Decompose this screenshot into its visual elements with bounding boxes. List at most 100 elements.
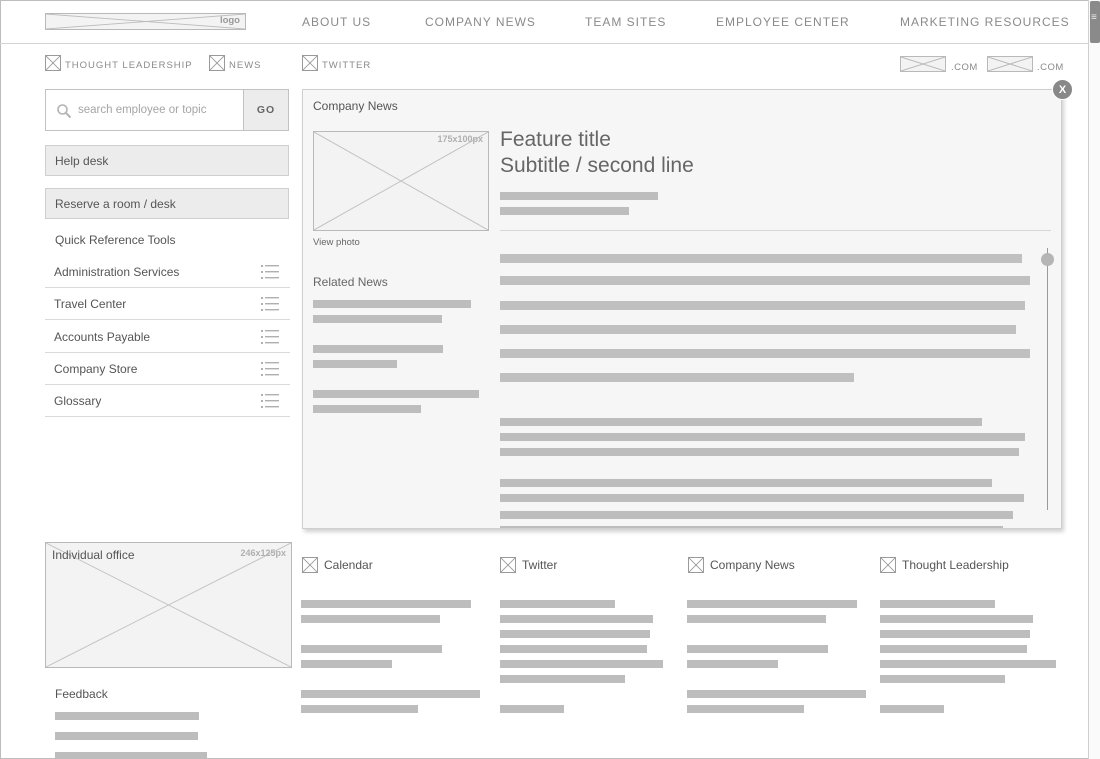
- list-icon[interactable]: [261, 362, 279, 376]
- logo-placeholder[interactable]: logo: [45, 13, 246, 30]
- search-icon: [57, 104, 72, 119]
- sidebar-item-label: Administration Services: [54, 265, 180, 279]
- search-input[interactable]: [78, 98, 238, 122]
- thought-leadership-item-line[interactable]: [880, 600, 995, 608]
- calendar-item-line[interactable]: [301, 690, 480, 698]
- related-news-line[interactable]: [313, 315, 442, 323]
- thought-leadership-item-line[interactable]: [880, 615, 1033, 623]
- calendar-item-line[interactable]: [301, 645, 442, 653]
- quick-reference-title: Quick Reference Tools: [55, 233, 176, 247]
- article-text-line: [500, 448, 1019, 456]
- calendar-item-line[interactable]: [301, 600, 471, 608]
- view-photo-link[interactable]: View photo: [313, 237, 360, 248]
- related-news-line[interactable]: [313, 345, 443, 353]
- feedback-line[interactable]: [55, 712, 199, 720]
- feature-subtitle: Subtitle / second line: [500, 154, 694, 177]
- company-news-item-line[interactable]: [687, 705, 804, 713]
- twitter-item-line[interactable]: [500, 615, 653, 623]
- nav-team-sites[interactable]: TEAM SITES: [585, 15, 666, 29]
- search-box: [45, 89, 244, 131]
- list-icon[interactable]: [261, 265, 279, 279]
- article-text-line: [500, 276, 1030, 285]
- twitter-item-line[interactable]: [500, 660, 663, 668]
- modal-scroll-track[interactable]: [1047, 248, 1048, 510]
- article-text-line: [500, 511, 1013, 519]
- related-news-line[interactable]: [313, 300, 471, 308]
- company-news-item-line[interactable]: [687, 690, 866, 698]
- sidebar-item-travel-center[interactable]: Travel Center: [45, 288, 290, 320]
- company-news-item-line[interactable]: [687, 645, 828, 653]
- sidebar-item-label: Travel Center: [54, 297, 127, 311]
- thought-leadership-item-line[interactable]: [880, 705, 944, 713]
- calendar-item-line[interactable]: [301, 660, 392, 668]
- feature-meta-line: [500, 207, 629, 215]
- feature-image-placeholder[interactable]: 175x100px: [313, 131, 489, 231]
- nav-marketing-resources[interactable]: MARKETING RESOURCES: [900, 15, 1070, 29]
- twitter-item-line[interactable]: [500, 675, 625, 683]
- nav-about-us[interactable]: ABOUT US: [302, 15, 371, 29]
- image-size-label: 175x100px: [437, 134, 483, 144]
- thought-leadership-item-line[interactable]: [880, 645, 1027, 653]
- twitter-item-line[interactable]: [500, 600, 615, 608]
- help-desk-button[interactable]: Help desk: [45, 145, 289, 176]
- company-news-item-line[interactable]: [687, 660, 778, 668]
- subnav-news[interactable]: NEWS: [209, 55, 262, 71]
- twitter-item-line[interactable]: [500, 645, 647, 653]
- related-news-line[interactable]: [313, 360, 397, 368]
- article-text-line: [500, 254, 1022, 263]
- tile-title: Twitter: [522, 558, 558, 572]
- tile-thought-leadership-header[interactable]: Thought Leadership: [880, 557, 1009, 573]
- sidebar-item-company-store[interactable]: Company Store: [45, 353, 290, 385]
- article-text-line: [500, 479, 992, 487]
- tile-twitter-header[interactable]: Twitter: [500, 557, 557, 573]
- calendar-item-line[interactable]: [301, 615, 440, 623]
- company-news-modal: Company News 175x100px View photo Relate…: [302, 89, 1062, 529]
- partner-domain-1[interactable]: .COM: [951, 62, 978, 73]
- partner-logo-2[interactable]: [987, 56, 1033, 72]
- list-icon[interactable]: [261, 330, 279, 344]
- related-news-line[interactable]: [313, 390, 479, 398]
- thought-leadership-icon: [880, 557, 896, 573]
- nav-employee-center[interactable]: EMPLOYEE CENTER: [716, 15, 850, 29]
- page-scrollbar[interactable]: [1088, 0, 1100, 759]
- individual-office-placeholder[interactable]: Individual office 246x125px: [45, 542, 292, 668]
- feedback-line[interactable]: [55, 732, 198, 740]
- twitter-item-line[interactable]: [500, 630, 650, 638]
- company-news-item-line[interactable]: [687, 615, 826, 623]
- feedback-line[interactable]: [55, 752, 207, 759]
- image-placeholder-icon: [45, 55, 61, 71]
- modal-title: Company News: [313, 99, 398, 113]
- sidebar-item-label: Glossary: [54, 394, 102, 408]
- twitter-icon: [500, 557, 516, 573]
- tile-calendar-header[interactable]: Calendar: [302, 557, 373, 573]
- article-text-line: [500, 349, 1030, 358]
- list-icon[interactable]: [261, 394, 279, 408]
- article-text-line: [500, 373, 854, 382]
- sidebar-item-accounts-payable[interactable]: Accounts Payable: [45, 321, 290, 353]
- sidebar-item-administration[interactable]: Administration Services: [45, 256, 290, 288]
- close-button[interactable]: X: [1052, 79, 1073, 100]
- tile-company-news-header[interactable]: Company News: [688, 557, 795, 573]
- thought-leadership-item-line[interactable]: [880, 675, 1005, 683]
- modal-scroll-handle[interactable]: [1041, 253, 1054, 266]
- subnav-twitter[interactable]: TWITTER: [302, 55, 371, 71]
- thought-leadership-item-line[interactable]: [880, 630, 1030, 638]
- tile-title: Company News: [710, 558, 795, 572]
- article-text-line: [500, 301, 1025, 310]
- reserve-room-button[interactable]: Reserve a room / desk: [45, 188, 289, 219]
- sidebar-item-glossary[interactable]: Glossary: [45, 385, 290, 417]
- nav-company-news[interactable]: COMPANY NEWS: [425, 15, 536, 29]
- header-divider: [0, 43, 1088, 44]
- twitter-item-line[interactable]: [500, 705, 564, 713]
- partner-logo-1[interactable]: [900, 56, 946, 72]
- individual-office-title: Individual office: [52, 548, 135, 562]
- company-news-item-line[interactable]: [687, 600, 857, 608]
- related-news-line[interactable]: [313, 405, 421, 413]
- scrollbar-thumb[interactable]: [1090, 1, 1100, 43]
- go-button[interactable]: GO: [243, 89, 289, 131]
- subnav-thought-leadership[interactable]: THOUGHT LEADERSHIP: [45, 55, 193, 71]
- thought-leadership-item-line[interactable]: [880, 660, 1056, 668]
- partner-domain-2[interactable]: .COM: [1037, 62, 1064, 73]
- list-icon[interactable]: [261, 297, 279, 311]
- calendar-item-line[interactable]: [301, 705, 418, 713]
